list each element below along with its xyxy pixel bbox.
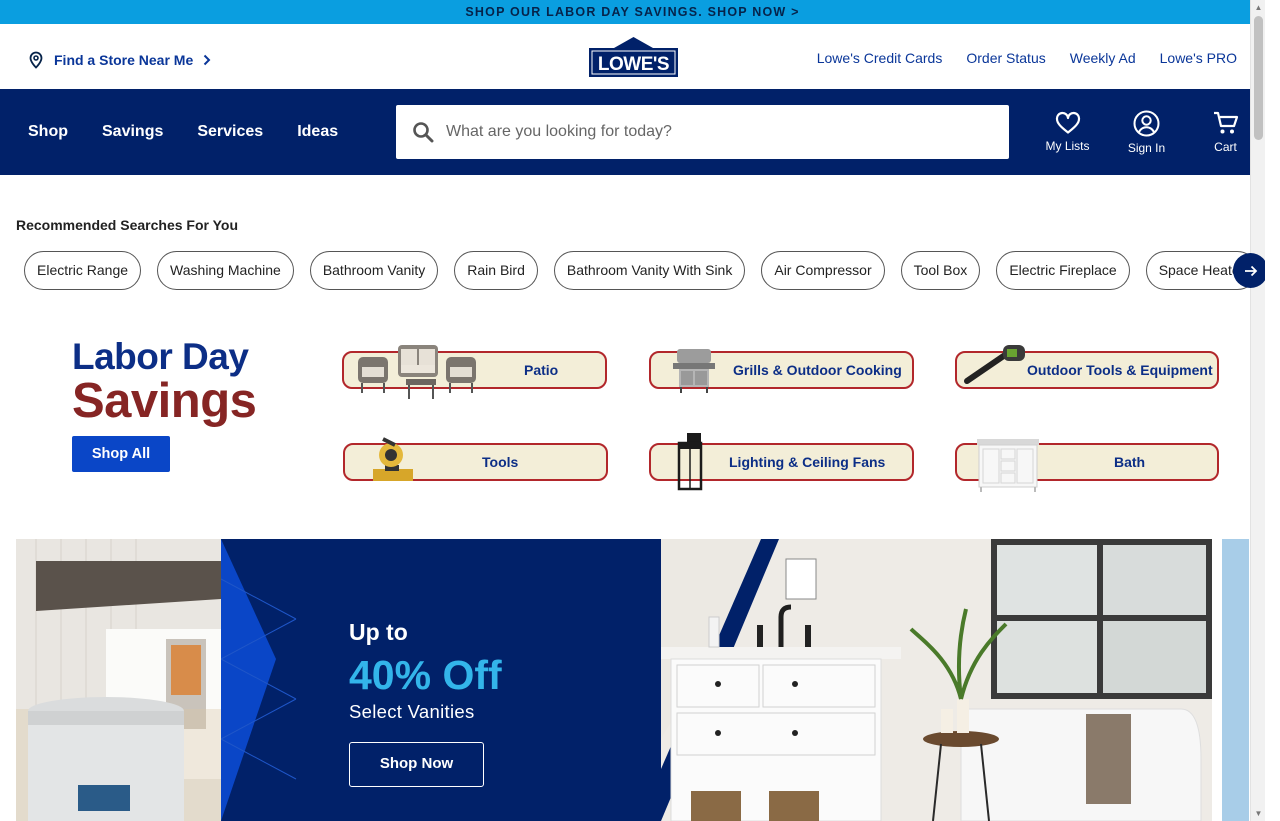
search-chip[interactable]: Washing Machine [157,251,294,290]
category-label: Lighting & Ceiling Fans [729,454,886,470]
lowes-pro-link[interactable]: Lowe's PRO [1160,50,1237,66]
utility-links: Lowe's Credit Cards Order Status Weekly … [817,50,1237,66]
category-patio[interactable]: Patio [342,345,607,399]
paint-promo-slide[interactable] [16,539,221,821]
search-input[interactable] [446,123,966,141]
bathroom-vanity-image [661,539,1212,821]
search-chip[interactable]: Rain Bird [454,251,538,290]
sign-in-label: Sign In [1127,140,1166,155]
category-label: Patio [524,362,559,378]
lowes-logo[interactable]: LOWE'S [589,37,678,82]
chevron-right-icon [204,54,211,66]
miter-saw-icon [373,437,413,481]
search-chip[interactable]: Electric Fireplace [996,251,1130,290]
cart-label: Cart [1214,140,1237,154]
category-bath[interactable]: Bath [955,439,1219,492]
shop-all-button[interactable]: Shop All [72,436,170,472]
order-status-link[interactable]: Order Status [966,50,1045,66]
labor-day-line2: Savings [72,374,257,428]
category-lighting[interactable]: Lighting & Ceiling Fans [649,433,914,491]
search-bar[interactable] [396,105,1009,159]
location-pin-icon [29,51,43,69]
scroll-down-arrow[interactable]: ▼ [1251,806,1265,821]
hero-carousel[interactable]: Up to 40% Off Select Vanities Shop Now [16,539,1249,821]
heart-icon [1055,111,1080,134]
scroll-up-arrow[interactable]: ▲ [1251,0,1265,15]
grill-icon [673,349,715,393]
recommended-chips: Electric Range Washing Machine Bathroom … [24,251,1250,291]
house-paint-image [16,539,221,821]
nav-menu: Shop Savings Services Ideas [28,123,338,141]
category-grills[interactable]: Grills & Outdoor Cooking [649,349,914,393]
recommended-title: Recommended Searches For You [16,217,238,233]
logo-text: LOWE'S [598,54,669,75]
cart-icon [1214,111,1239,134]
nav-shop[interactable]: Shop [28,123,68,141]
search-chip[interactable]: Bathroom Vanity [309,251,439,290]
user-icon [1133,110,1160,136]
promo-text[interactable]: SHOP OUR LABOR DAY SAVINGS. SHOP NOW > [465,5,799,19]
page: SHOP OUR LABOR DAY SAVINGS. SHOP NOW > F… [0,0,1265,821]
nav-services[interactable]: Services [197,123,263,141]
blue-pattern-graphic [221,539,297,821]
utility-bar: Find a Store Near Me LOWE'S Lowe's Credi… [0,24,1265,89]
nav-ideas[interactable]: Ideas [297,123,338,141]
category-label: Tools [482,454,519,470]
patio-furniture-icon [358,345,476,399]
labor-day-heading: Labor Day Savings [72,336,257,428]
hero-subtitle: Select Vanities [349,701,475,722]
find-store-label[interactable]: Find a Store Near Me [54,52,193,68]
page-scrollbar[interactable]: ▲ ▼ [1250,0,1265,821]
hero-discount: 40% Off [349,652,502,698]
search-chip[interactable]: Air Compressor [761,251,885,290]
my-lists-button[interactable]: My Lists [1028,89,1107,175]
category-label: Bath [1114,454,1146,470]
labor-day-line1: Labor Day [72,336,249,377]
find-store-link[interactable]: Find a Store Near Me [28,51,221,69]
category-outdoor-tools[interactable]: Outdoor Tools & Equipment [955,345,1219,389]
search-chip[interactable]: Tool Box [900,251,981,290]
search-icon[interactable] [412,121,434,143]
hero-text: Up to 40% Off Select Vanities [349,619,502,723]
nav-actions: My Lists Sign In Cart [1028,89,1265,175]
vanity-promo-slide[interactable]: Up to 40% Off Select Vanities Shop Now [221,539,1212,821]
category-label: Grills & Outdoor Cooking [733,362,902,378]
scroll-thumb[interactable] [1254,16,1263,140]
category-label: Outdoor Tools & Equipment [1027,362,1213,378]
leaf-blower-icon [964,345,1025,384]
my-lists-label: My Lists [1045,139,1090,153]
shop-now-button[interactable]: Shop Now [349,742,484,787]
promo-banner[interactable]: SHOP OUR LABOR DAY SAVINGS. SHOP NOW > [0,0,1265,24]
hero-up-to: Up to [349,619,408,645]
credit-cards-link[interactable]: Lowe's Credit Cards [817,50,943,66]
main-nav: Shop Savings Services Ideas My Lists Sig… [0,89,1265,175]
nav-savings[interactable]: Savings [102,123,163,141]
chips-next-button[interactable] [1233,253,1265,288]
category-tools[interactable]: Tools [343,437,608,481]
weekly-ad-link[interactable]: Weekly Ad [1070,50,1136,66]
search-chip[interactable]: Bathroom Vanity With Sink [553,251,746,290]
arrow-right-icon [1244,265,1257,276]
sign-in-button[interactable]: Sign In [1107,89,1186,175]
lantern-icon [677,433,703,491]
bathroom-photo [661,539,1212,821]
vanity-icon [977,439,1039,492]
next-slide-peek[interactable] [1222,539,1249,821]
search-chip[interactable]: Electric Range [24,251,142,290]
